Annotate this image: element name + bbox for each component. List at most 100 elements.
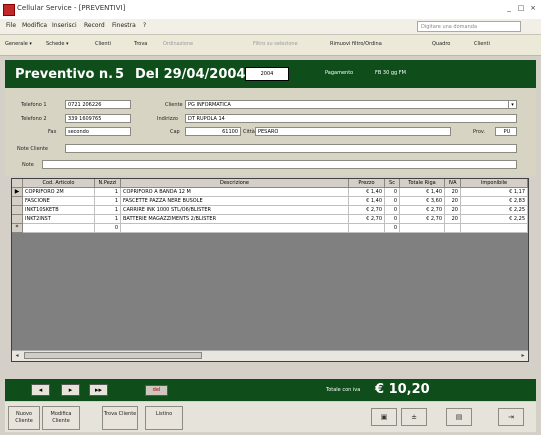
save-icon[interactable]: ▣ — [371, 408, 397, 426]
toolbar-clienti[interactable]: Clienti — [95, 41, 111, 47]
menu-file[interactable]: File — [6, 22, 16, 29]
tel2-field[interactable]: 339 1609765 — [65, 114, 131, 123]
table-cell[interactable]: FASCIONE — [23, 197, 95, 206]
help-search-input[interactable]: Digitare una domanda — [417, 21, 521, 32]
new-row-cell[interactable]: 0 — [95, 224, 121, 233]
menu-record[interactable]: Record — [84, 22, 105, 29]
table-cell[interactable]: 1 — [95, 206, 121, 215]
table-cell[interactable]: 20 — [445, 197, 461, 206]
table-cell[interactable]: CARRIRE INK 1000 STL/O6/BLISTER — [121, 206, 349, 215]
menu-modifica[interactable]: Modifica — [22, 22, 47, 29]
table-cell[interactable]: € 1,40 — [400, 188, 445, 197]
cliente-field[interactable]: PG INFORMATICA — [185, 100, 517, 109]
table-cell[interactable]: INKT2INST — [23, 215, 95, 224]
col-header-codice[interactable]: Cod. Articolo — [23, 179, 95, 188]
col-header-descrizione[interactable]: Descrizione — [121, 179, 349, 188]
row-selector-current[interactable]: ▶ — [12, 188, 23, 197]
menu-finestra[interactable]: Finestra — [112, 22, 136, 29]
table-cell[interactable]: € 1,17 — [461, 188, 528, 197]
table-cell[interactable]: 20 — [445, 215, 461, 224]
col-header-totale-riga[interactable]: Totale Riga — [400, 179, 445, 188]
citta-field[interactable]: PESARO — [255, 127, 451, 136]
scroll-right-icon[interactable]: ▸ — [518, 351, 528, 360]
table-cell[interactable]: COPRIFORO 2M — [23, 188, 95, 197]
new-row-cell[interactable] — [445, 224, 461, 233]
row-selector[interactable] — [12, 206, 23, 215]
note-field[interactable] — [42, 160, 517, 169]
table-cell[interactable]: € 1,40 — [349, 188, 385, 197]
table-cell[interactable]: 0 — [385, 188, 400, 197]
scroll-left-icon[interactable]: ◂ — [12, 351, 22, 360]
delete-record-button[interactable]: del — [145, 385, 168, 396]
nav-next-button[interactable]: ▸ — [61, 384, 80, 396]
col-header-iva[interactable]: IVA — [445, 179, 461, 188]
modifica-cliente-button[interactable]: Modifica Cliente — [42, 406, 80, 430]
new-row-cell[interactable]: 0 — [385, 224, 400, 233]
row-selector-new[interactable]: * — [12, 224, 23, 233]
col-header-sconto[interactable]: Sc — [385, 179, 400, 188]
table-cell[interactable]: € 1,40 — [349, 197, 385, 206]
scroll-thumb[interactable] — [24, 352, 202, 359]
table-cell[interactable]: € 2,70 — [400, 206, 445, 215]
exit-icon[interactable]: ⇥ — [498, 408, 524, 426]
col-header-pezzi[interactable]: N.Pezzi — [95, 179, 121, 188]
table-cell[interactable]: € 2,70 — [349, 215, 385, 224]
cap-field[interactable]: 61100 — [185, 127, 241, 136]
toolbar-rimuovi-filtro[interactable]: Rimuovi filtro/Ordina — [330, 41, 382, 47]
grid-horizontal-scrollbar[interactable]: ◂ ▸ — [12, 350, 528, 361]
cliente-dropdown-arrow-icon[interactable]: ▾ — [508, 100, 517, 109]
table-cell[interactable]: FASCETTE PAZZA NERE BUSOLE — [121, 197, 349, 206]
table-cell[interactable]: BATTERIE MAGAZZIMENTS 2/BLISTER — [121, 215, 349, 224]
nav-first-button[interactable]: ◂ — [31, 384, 50, 396]
table-cell[interactable]: 0 — [385, 215, 400, 224]
toolbar-quadro[interactable]: Quadro — [432, 41, 450, 47]
tel1-field[interactable]: 0721 206226 — [65, 100, 131, 109]
toolbar-trova[interactable]: Trova — [134, 41, 147, 47]
menu-inserisci[interactable]: Inserisci — [52, 22, 77, 29]
indirizzo-field[interactable]: DT RUPOLA 14 — [185, 114, 517, 123]
table-cell[interactable]: 0 — [385, 197, 400, 206]
table-cell[interactable]: 0 — [385, 206, 400, 215]
toolbar-clienti-2[interactable]: Clienti — [474, 41, 490, 47]
toolbar-schede[interactable]: Schede ▾ — [46, 41, 69, 47]
toolbar-ordinazione[interactable]: Ordinazione — [163, 41, 193, 47]
table-cell[interactable]: € 2,70 — [400, 215, 445, 224]
table-cell[interactable]: € 2,70 — [349, 206, 385, 215]
row-selector[interactable] — [12, 215, 23, 224]
listino-button[interactable]: Listino — [145, 406, 183, 430]
year-field[interactable]: 2004 — [245, 67, 289, 81]
payment-value[interactable]: FB 30 gg FM — [375, 70, 406, 76]
toolbar-generale[interactable]: Generale ▾ — [5, 41, 32, 47]
table-cell[interactable]: € 2,25 — [461, 206, 528, 215]
plus-minus-icon[interactable]: ± — [401, 408, 427, 426]
table-cell[interactable]: INKT10SKETB — [23, 206, 95, 215]
nav-last-button[interactable]: ▸▸ — [89, 384, 108, 396]
prov-field[interactable]: PU — [495, 127, 517, 136]
maximize-button[interactable]: □ — [516, 4, 526, 13]
close-button[interactable]: × — [528, 4, 538, 13]
col-header-imponibile[interactable]: Imponibile — [461, 179, 528, 188]
trova-cliente-button[interactable]: Trova Cliente — [102, 406, 138, 430]
menu-help[interactable]: ? — [143, 22, 146, 29]
fax-field[interactable]: secondo — [65, 127, 131, 136]
table-cell[interactable]: 1 — [95, 188, 121, 197]
table-cell[interactable]: € 2,83 — [461, 197, 528, 206]
new-row-cell[interactable] — [349, 224, 385, 233]
table-cell[interactable]: € 3,60 — [400, 197, 445, 206]
print-icon[interactable]: ▤ — [446, 408, 472, 426]
note-cliente-field[interactable] — [65, 144, 517, 153]
table-cell[interactable]: € 2,25 — [461, 215, 528, 224]
col-header-prezzo[interactable]: Prezzo — [349, 179, 385, 188]
new-row-cell[interactable] — [23, 224, 95, 233]
minimize-button[interactable]: _ — [504, 4, 514, 13]
nuovo-cliente-button[interactable]: Nuovo Cliente — [8, 406, 40, 430]
table-cell[interactable]: 1 — [95, 215, 121, 224]
toolbar-filtro[interactable]: Filtro su selezione — [253, 41, 298, 47]
row-selector[interactable] — [12, 197, 23, 206]
table-cell[interactable]: 20 — [445, 206, 461, 215]
new-row-cell[interactable] — [461, 224, 528, 233]
table-cell[interactable]: 1 — [95, 197, 121, 206]
new-row-cell[interactable] — [400, 224, 445, 233]
table-cell[interactable]: COPRIFORO A BANDA 12 M — [121, 188, 349, 197]
table-cell[interactable]: 20 — [445, 188, 461, 197]
